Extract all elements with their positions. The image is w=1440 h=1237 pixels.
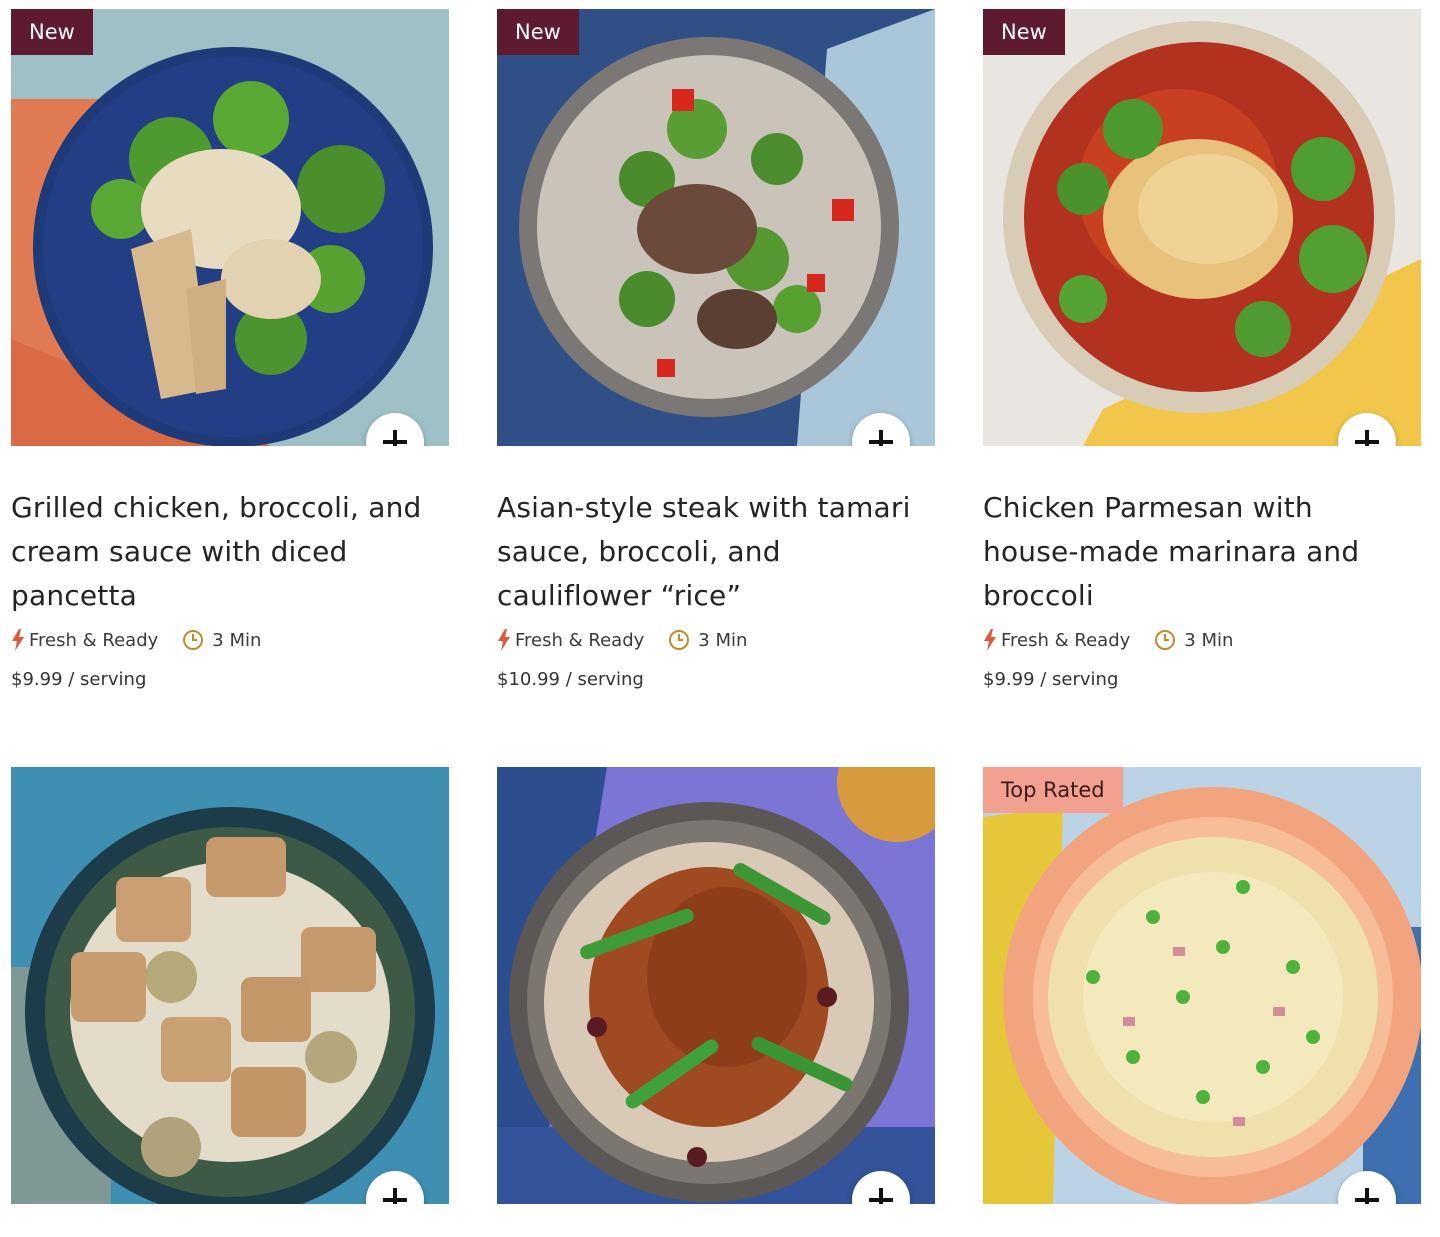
meal-price: $9.99 / serving <box>11 669 147 690</box>
prep-time: 3 Min <box>212 629 262 651</box>
bolt-icon <box>498 629 510 651</box>
fresh-ready-label: Fresh & Ready <box>1001 629 1131 651</box>
meal-photo[interactable]: Top Rated <box>983 767 1421 1204</box>
meal-grid: New Grilled chicken, broccoli, and cream… <box>11 9 1421 1237</box>
bolt-icon <box>984 629 996 651</box>
new-badge: New <box>11 9 93 55</box>
meal-photo[interactable] <box>497 767 935 1204</box>
meal-image-asian-steak <box>497 9 935 446</box>
meal-card[interactable]: Top Rated <box>983 767 1421 1237</box>
meal-meta: Fresh & Ready 3 Min <box>983 624 1421 656</box>
bolt-icon <box>12 629 24 651</box>
meal-image-chicken-parmesan <box>983 9 1421 446</box>
prep-time: 3 Min <box>1184 629 1234 651</box>
meal-card[interactable]: New Asian-style steak with tamari sauce,… <box>497 9 935 767</box>
plus-icon <box>383 430 407 446</box>
meal-photo[interactable]: New <box>11 9 449 446</box>
meal-price: $10.99 / serving <box>497 669 644 690</box>
meal-meta: Fresh & Ready 3 Min <box>11 624 449 656</box>
meal-card[interactable]: New Chicken Parmesan with house-made mar… <box>983 9 1421 767</box>
plus-icon <box>1355 1188 1379 1204</box>
new-badge: New <box>497 9 579 55</box>
plus-icon <box>1355 430 1379 446</box>
meal-card[interactable]: New Grilled chicken, broccoli, and cream… <box>11 9 449 767</box>
fresh-ready-label: Fresh & Ready <box>29 629 159 651</box>
meal-meta: Fresh & Ready 3 Min <box>497 624 935 656</box>
meal-title[interactable]: Grilled chicken, broccoli, and cream sau… <box>11 486 443 618</box>
plus-icon <box>869 430 893 446</box>
new-badge: New <box>983 9 1065 55</box>
meal-photo[interactable] <box>11 767 449 1204</box>
meal-image-pulled-pork <box>497 767 935 1204</box>
clock-icon <box>1155 630 1176 650</box>
meal-image-spaghetti-peas <box>983 767 1421 1204</box>
clock-icon <box>669 630 690 650</box>
meal-photo[interactable]: New <box>983 9 1421 446</box>
meal-card[interactable] <box>11 767 449 1237</box>
fresh-ready-label: Fresh & Ready <box>515 629 645 651</box>
plus-icon <box>383 1188 407 1204</box>
meal-title[interactable]: Asian-style steak with tamari sauce, bro… <box>497 486 929 618</box>
prep-time: 3 Min <box>698 629 748 651</box>
meal-photo[interactable]: New <box>497 9 935 446</box>
plus-icon <box>869 1188 893 1204</box>
top-rated-badge: Top Rated <box>983 767 1123 813</box>
meal-title[interactable]: Chicken Parmesan with house-made marinar… <box>983 486 1415 618</box>
meal-image-spinach-artichoke <box>11 767 449 1204</box>
meal-card[interactable] <box>497 767 935 1237</box>
meal-image-chicken-broccoli <box>11 9 449 446</box>
clock-icon <box>183 630 204 650</box>
meal-price: $9.99 / serving <box>983 669 1119 690</box>
